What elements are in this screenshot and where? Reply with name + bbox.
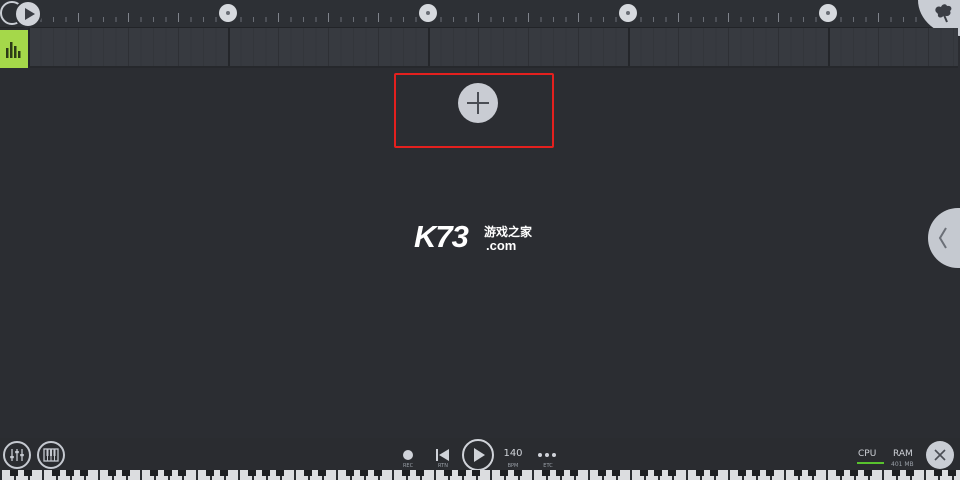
side-panel-toggle[interactable]	[928, 208, 960, 268]
tempo-label: BPM	[507, 463, 519, 469]
cpu-meter-fill	[857, 462, 884, 464]
skip-back-icon	[436, 449, 449, 461]
bar-marker-dot	[826, 11, 830, 15]
cpu-meter	[857, 462, 884, 464]
ram-value: 401 MB	[891, 461, 914, 468]
more-button[interactable]	[538, 453, 558, 457]
ram-label: RAM	[893, 449, 913, 459]
ruler-ticks-major	[28, 13, 918, 22]
bottom-toolbar: REC RTN 140 BPM ETC CPU RAM 401 MB	[0, 438, 960, 471]
fl-logo-icon	[935, 4, 952, 23]
mixer-icon	[10, 449, 24, 461]
play-icon	[25, 8, 35, 20]
watermark-name: 游戏之家	[484, 225, 533, 239]
rewind-label: RTN	[438, 463, 448, 469]
tempo-value[interactable]: 140	[500, 448, 526, 460]
timeline-play-button[interactable]	[14, 0, 42, 28]
highlight-box	[394, 73, 554, 148]
piano-button[interactable]	[37, 441, 65, 469]
track-lane[interactable]	[28, 28, 958, 68]
more-label: ETC	[543, 463, 553, 469]
play-button[interactable]	[462, 439, 494, 471]
piano-icon	[43, 448, 59, 462]
bar-marker-dot	[226, 11, 230, 15]
bar-marker-dot	[626, 11, 630, 15]
play-icon	[474, 448, 485, 462]
bar-marker[interactable]	[219, 4, 237, 22]
record-button[interactable]	[403, 450, 413, 460]
timeline-ruler[interactable]	[0, 0, 960, 28]
track-header-button[interactable]	[0, 30, 28, 68]
mini-keyboard[interactable]	[0, 470, 960, 480]
close-button[interactable]	[926, 441, 954, 469]
bar-marker-dot	[426, 11, 430, 15]
chevron-left-icon	[938, 227, 947, 249]
bar-marker[interactable]	[619, 4, 637, 22]
mini-keyboard-black-keys[interactable]	[0, 470, 960, 476]
bar-marker[interactable]	[819, 4, 837, 22]
sampler-icon	[6, 42, 21, 58]
watermark-domain: .com	[486, 238, 517, 253]
close-icon	[934, 449, 946, 461]
record-label: REC	[402, 463, 414, 469]
cpu-label: CPU	[858, 449, 877, 459]
mixer-button[interactable]	[3, 441, 31, 469]
watermark-brand: K73	[414, 219, 469, 254]
bar-marker[interactable]	[419, 4, 437, 22]
